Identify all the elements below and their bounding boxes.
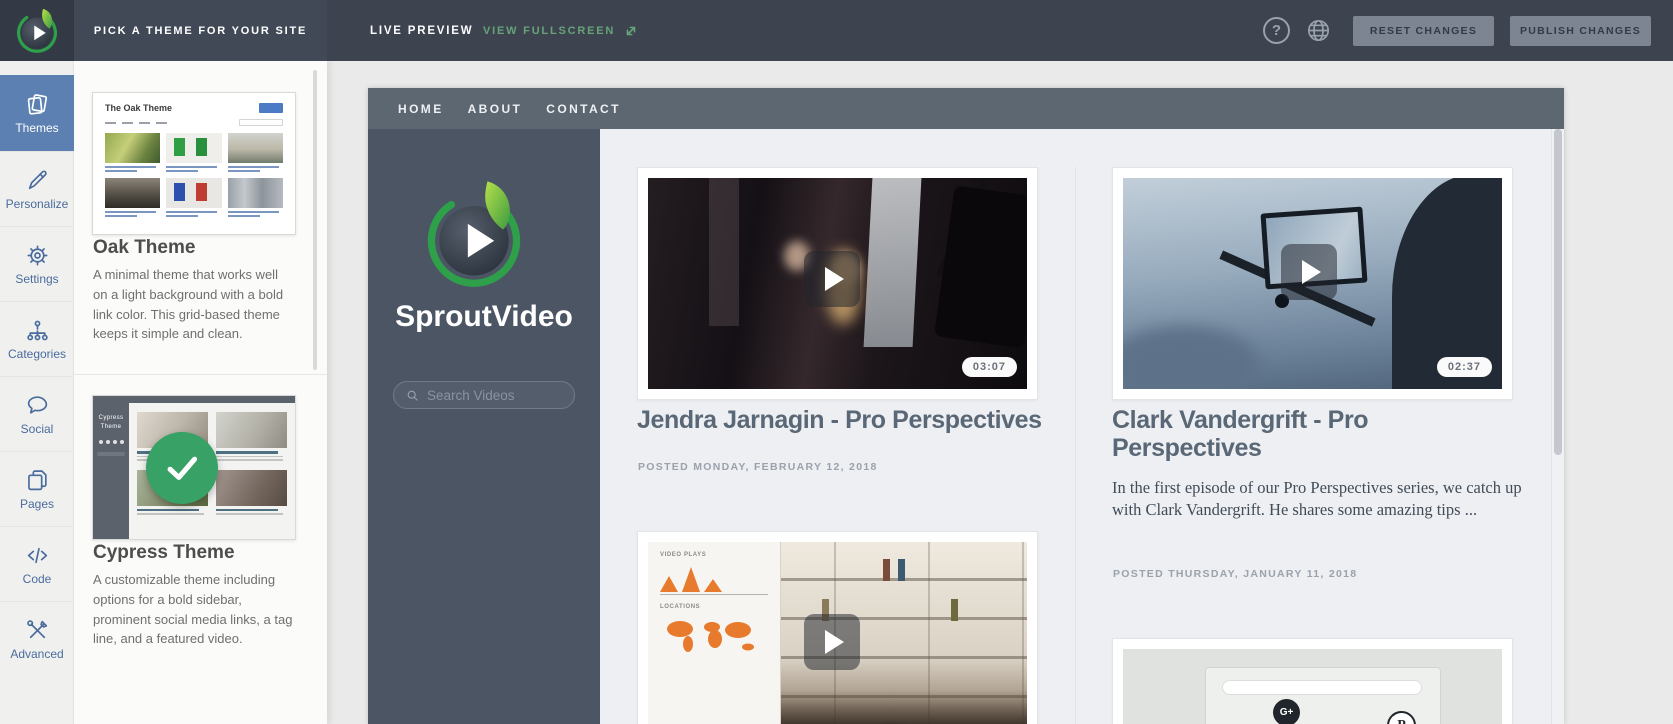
oak-thumb-title: The Oak Theme (105, 103, 173, 113)
rail-item-pages[interactable]: Pages (0, 451, 74, 526)
rail-label: Themes (15, 121, 59, 135)
post-title-jendra[interactable]: Jendra Jarnagin - Pro Perspectives (637, 406, 1042, 434)
theme-panel-title: PICK A THEME FOR YOUR SITE (74, 0, 327, 61)
shelf-poster: VIDEO PLAYS LOCATIONS (648, 542, 781, 724)
duration-badge: 03:07 (961, 357, 1017, 377)
nav-link-home[interactable]: HOME (398, 102, 444, 116)
play-icon (825, 630, 844, 654)
theme-card-oak[interactable]: The Oak Theme (92, 92, 296, 235)
column-divider (1075, 167, 1076, 724)
video-card-clark[interactable]: 02:37 (1112, 167, 1513, 400)
cypress-theme-description: A customizable theme including options f… (93, 572, 293, 647)
live-preview-area: HOME ABOUT CONTACT SproutVideo Search Vi… (327, 61, 1673, 724)
search-input[interactable] (427, 387, 562, 403)
video-card-shelf[interactable]: VIDEO PLAYS LOCATIONS (637, 531, 1038, 724)
categories-icon (26, 320, 48, 340)
advanced-icon (26, 619, 47, 638)
themes-icon (27, 94, 47, 115)
nav-rail: Themes Personalize Settings Categories S… (0, 61, 74, 724)
site-title: SproutVideo (395, 300, 573, 333)
topbar: PICK A THEME FOR YOUR SITE LIVE PREVIEW … (0, 0, 1673, 61)
poster-subheading: LOCATIONS (660, 604, 701, 610)
app-logo[interactable] (0, 0, 74, 61)
post-excerpt-clark: In the first episode of our Pro Perspect… (1112, 478, 1522, 520)
play-button[interactable] (804, 251, 860, 307)
cypress-theme-thumbnail: Cypress Theme (93, 396, 295, 539)
rail-label: Personalize (5, 196, 69, 211)
rail-item-social[interactable]: Social (0, 376, 74, 451)
help-glyph: ? (1271, 22, 1282, 39)
play-icon (1302, 260, 1321, 284)
oak-thumb-nav (105, 119, 283, 126)
view-fullscreen-label: VIEW FULLSCREEN (483, 24, 616, 37)
pages-icon (27, 469, 47, 490)
post-date-jendra: POSTED MONDAY, FEBRUARY 12, 2018 (638, 461, 878, 473)
oak-thumb-search (239, 119, 283, 126)
site-nav: HOME ABOUT CONTACT (368, 88, 1564, 129)
reset-changes-button[interactable]: RESET CHANGES (1353, 16, 1494, 46)
site-sidebar: SproutVideo (368, 129, 600, 724)
search-icon (407, 390, 418, 401)
googleplus-icon: G+ (1273, 699, 1300, 724)
rail-label: Settings (15, 271, 59, 286)
duration-badge: 02:37 (1436, 357, 1492, 377)
oak-thumb-grid (105, 133, 283, 217)
site-search[interactable] (393, 381, 575, 409)
publish-changes-button[interactable]: PUBLISH CHANGES (1510, 16, 1651, 46)
video-thumbnail-shelf[interactable]: VIDEO PLAYS LOCATIONS (648, 542, 1027, 724)
cypress-theme-name: Cypress Theme (93, 542, 235, 563)
rail-label: Code (22, 571, 52, 586)
cypress-thumb-title: Cypress Theme (98, 415, 124, 430)
preview-scrollbar-track (1551, 129, 1564, 724)
play-button[interactable] (1281, 244, 1337, 300)
rail-item-personalize[interactable]: Personalize (0, 151, 74, 226)
video-thumbnail-clark[interactable]: 02:37 (1123, 178, 1502, 389)
selected-check-icon (146, 432, 218, 504)
play-button[interactable] (804, 614, 860, 670)
fullscreen-expand-icon (626, 26, 636, 35)
sproutvideo-logo-icon (16, 8, 58, 53)
oak-thumb-button (259, 103, 283, 113)
world-map-graphic (667, 621, 754, 652)
video-thumbnail-social[interactable]: G+ P (1123, 649, 1502, 724)
oak-theme-thumbnail: The Oak Theme (93, 93, 295, 234)
poster-heading: VIDEO PLAYS (660, 552, 707, 558)
oak-theme-description: A minimal theme that works well on a lig… (93, 267, 284, 342)
rail-item-themes[interactable]: Themes (0, 75, 74, 151)
rail-label: Pages (19, 496, 55, 511)
help-icon[interactable]: ? (1263, 17, 1290, 44)
panel-divider (74, 374, 327, 375)
rail-item-advanced[interactable]: Advanced (0, 601, 74, 676)
live-preview-label: LIVE PREVIEW (370, 24, 474, 37)
code-icon (27, 547, 47, 563)
video-thumbnail-jendra[interactable]: 03:07 (648, 178, 1027, 389)
preview-scrollbar-thumb[interactable] (1554, 129, 1562, 455)
post-title-clark[interactable]: Clark Vandergrift - Pro Perspectives (1112, 406, 1513, 463)
panel-scrollbar[interactable] (313, 70, 317, 370)
rail-item-settings[interactable]: Settings (0, 226, 74, 301)
nav-link-about[interactable]: ABOUT (468, 102, 523, 116)
view-fullscreen-button[interactable]: VIEW FULLSCREEN (483, 0, 638, 61)
personalize-icon (28, 170, 47, 189)
rail-item-categories[interactable]: Categories (0, 301, 74, 376)
rail-label: Advanced (10, 646, 64, 661)
oak-theme-name: Oak Theme (93, 237, 196, 258)
post-date-clark: POSTED THURSDAY, JANUARY 11, 2018 (1113, 568, 1358, 580)
rail-label: Categories (7, 346, 67, 361)
sproutvideo-logo-large (427, 181, 521, 287)
social-icon (27, 395, 47, 414)
globe-icon[interactable] (1305, 17, 1332, 44)
cypress-thumb-sidebar: Cypress Theme (93, 403, 129, 539)
site-viewport: HOME ABOUT CONTACT SproutVideo Search Vi… (368, 88, 1564, 724)
rail-item-code[interactable]: Code (0, 526, 74, 601)
theme-picker-panel: The Oak Theme Oak Theme A minimal theme … (74, 61, 327, 724)
nav-link-contact[interactable]: CONTACT (546, 102, 621, 116)
play-icon (825, 267, 844, 291)
theme-card-cypress[interactable]: Cypress Theme (92, 395, 296, 540)
rail-label: Social (20, 421, 54, 436)
app: { "topbar": { "panel_title": "PICK A THE… (0, 0, 1673, 724)
settings-icon (27, 245, 48, 265)
video-card-jendra[interactable]: 03:07 (637, 167, 1038, 400)
video-card-social[interactable]: G+ P (1112, 638, 1513, 724)
